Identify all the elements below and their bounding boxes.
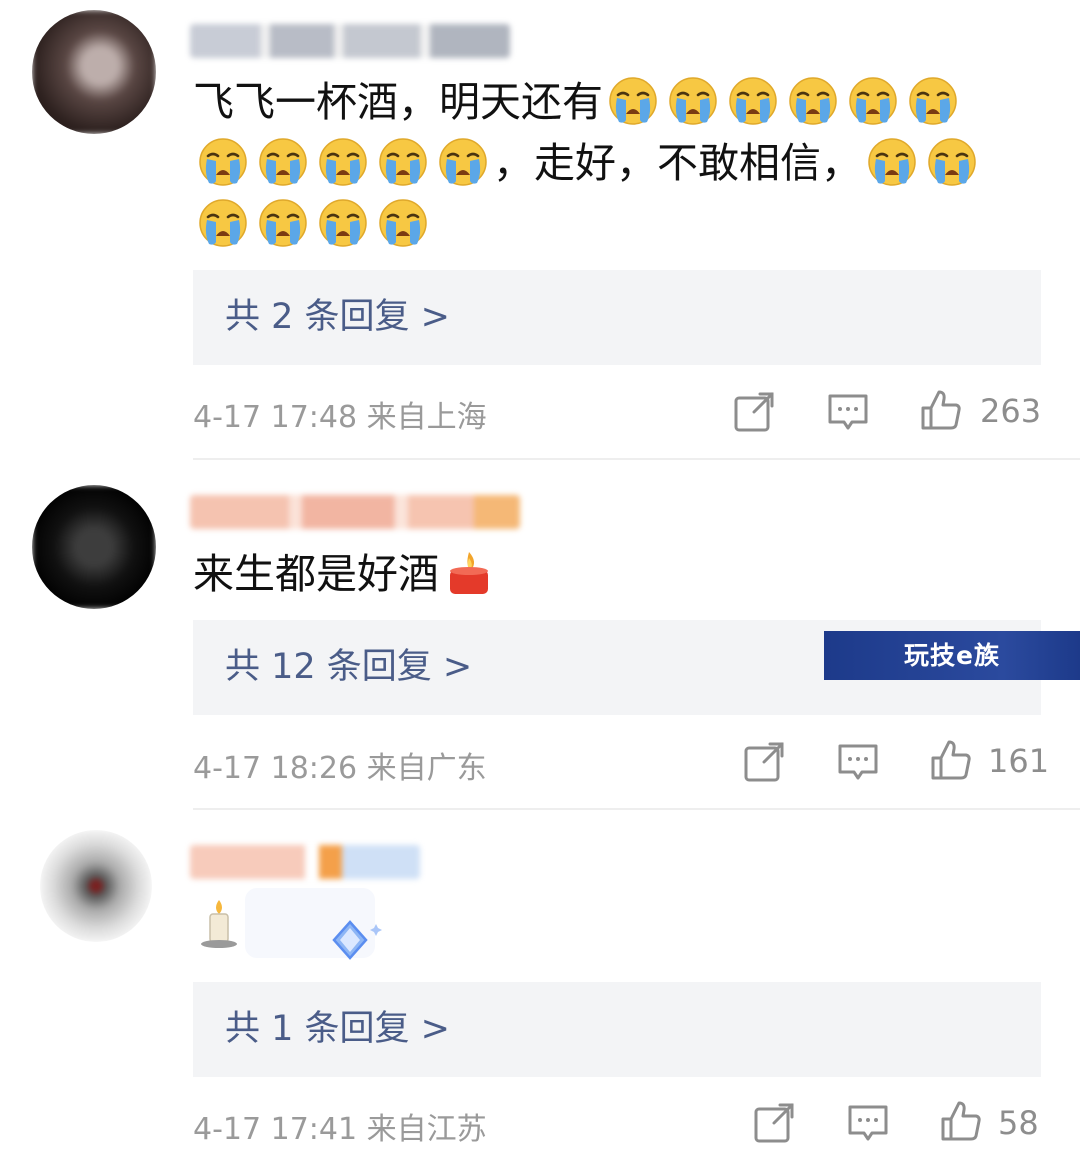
avatar[interactable] [32,10,156,134]
crying-face-icon [318,137,368,187]
comment-text-part: ，走好，不敢相信， [493,139,862,187]
username-blurred[interactable] [190,24,510,58]
crying-face-icon [438,137,488,187]
divider [193,808,1080,810]
crying-face-icon [608,76,658,126]
comment-text-line2: ，走好，不敢相信， [193,133,982,194]
crying-face-icon [728,76,778,126]
reply-box[interactable]: 共 2 条回复 > [193,270,1041,365]
username-blurred[interactable] [190,495,520,529]
crying-face-icon [788,76,838,126]
view-replies-link[interactable]: 共 2 条回复 > [225,270,450,365]
crying-face-icon [668,76,718,126]
comment-time-location: 4-17 17:48 来自上海 [193,400,487,435]
crying-face-icon [198,198,248,248]
comment-time-location: 4-17 17:41 来自江苏 [193,1112,487,1147]
comment-text-part: 来生都是好酒 [193,550,439,598]
comment-text-line3 [193,194,433,255]
like-count: 263 [980,392,1042,430]
comment-icon[interactable] [846,1101,890,1145]
crying-face-icon [258,198,308,248]
crying-face-icon [198,137,248,187]
view-replies-link[interactable]: 共 1 条回复 > [225,982,450,1077]
crying-face-icon [908,76,958,126]
username-blurred[interactable] [190,845,420,879]
candle-fire-icon [450,552,488,594]
like-icon[interactable] [919,388,963,432]
watermark-logo: 玩技e族 [824,631,1080,680]
crying-face-icon [258,137,308,187]
comment-icon[interactable] [836,740,880,784]
comment-time-location: 4-17 18:26 来自广东 [193,751,487,786]
view-replies-link[interactable]: 共 12 条回复 > [225,620,472,715]
crying-face-icon [927,137,977,187]
avatar[interactable] [40,830,152,942]
comment-text: 飞飞一杯酒，明天还有 [193,72,963,133]
reply-box[interactable]: 共 1 条回复 > [193,982,1041,1077]
share-icon[interactable] [752,1101,796,1145]
crying-face-icon [318,198,368,248]
diamond-icon [332,920,382,960]
comment-icon[interactable] [826,390,870,434]
comment-text: 来生都是好酒 [193,544,499,605]
share-icon[interactable] [732,390,776,434]
comment-thread: 飞飞一杯酒，明天还有 ，走好，不敢相信， 共 2 条回复 > 4-17 17:4… [0,0,1080,1159]
crying-face-icon [378,198,428,248]
comment-text-part: 飞飞一杯酒，明天还有 [193,78,603,126]
avatar[interactable] [32,485,156,609]
like-count: 58 [998,1104,1039,1142]
share-icon[interactable] [742,740,786,784]
divider [193,458,1080,460]
candle-icon [201,900,237,948]
crying-face-icon [867,137,917,187]
like-icon[interactable] [929,738,973,782]
crying-face-icon [848,76,898,126]
like-icon[interactable] [939,1099,983,1143]
like-count: 161 [988,742,1050,780]
crying-face-icon [378,137,428,187]
